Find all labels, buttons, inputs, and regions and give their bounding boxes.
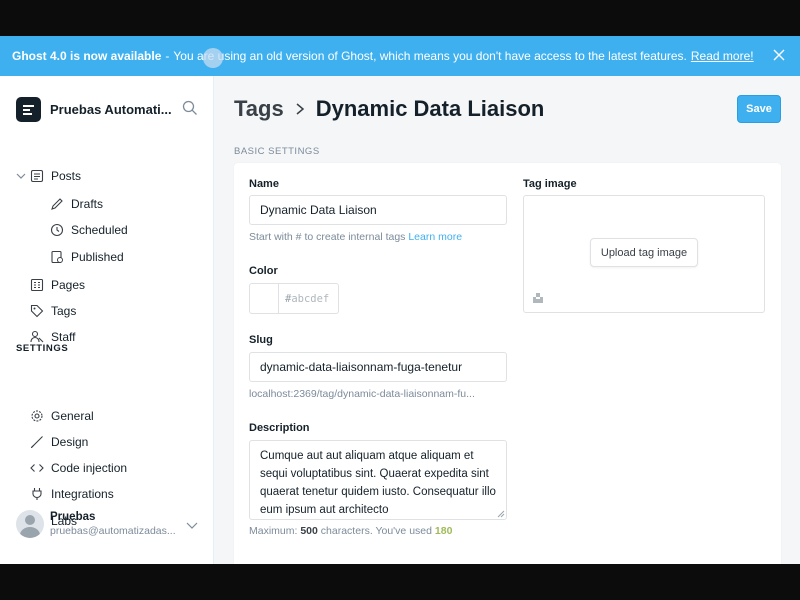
slug-label: Slug: [249, 334, 273, 346]
banner-read-more-link[interactable]: Read more!: [691, 49, 754, 63]
clock-icon: [50, 223, 64, 237]
letterbox-top: [0, 0, 800, 36]
description-textarea[interactable]: Cumque aut aut aliquam atque aliquam et …: [249, 440, 507, 520]
learn-more-link[interactable]: Learn more: [408, 231, 462, 243]
color-field: # abcdef: [249, 283, 339, 314]
sidebar-item-label: Posts: [51, 169, 82, 183]
code-icon: [30, 464, 44, 472]
color-input[interactable]: # abcdef: [279, 284, 329, 313]
pages-icon: [30, 278, 44, 292]
name-label: Name: [249, 178, 279, 190]
staff-icon: [30, 330, 44, 343]
banner-separator: -: [165, 49, 170, 63]
sidebar-item-label: Pages: [51, 278, 86, 292]
site-logo-icon: [16, 97, 41, 122]
count-prefix: Maximum:: [249, 525, 298, 537]
sidebar-item-integrations[interactable]: Integrations: [30, 487, 114, 501]
name-input[interactable]: Dynamic Data Liaison: [249, 195, 507, 225]
sidebar-item-published[interactable]: Published: [50, 250, 124, 264]
search-icon[interactable]: [182, 100, 198, 116]
brush-icon: [30, 436, 43, 449]
count-max: 500: [300, 525, 318, 537]
posts-icon: [30, 169, 44, 183]
settings-section-label: SETTINGS: [16, 343, 69, 354]
sidebar-item-code-injection[interactable]: Code injection: [30, 461, 127, 475]
sidebar-item-pages[interactable]: Pages: [30, 278, 85, 292]
resize-handle-icon[interactable]: [497, 510, 505, 518]
sidebar-item-label: Integrations: [51, 487, 114, 501]
color-swatch[interactable]: [250, 284, 279, 313]
user-menu[interactable]: Pruebas pruebas@automatizadas...: [16, 510, 180, 538]
page-title: Tags Dynamic Data Liaison: [234, 96, 544, 122]
character-count: Maximum: 500 characters. You've used 180: [249, 525, 452, 537]
cursor-indicator: [203, 48, 223, 68]
save-button[interactable]: Save: [737, 95, 781, 123]
description-label: Description: [249, 422, 310, 434]
tag-image-label: Tag image: [523, 178, 577, 190]
color-placeholder: abcdef: [291, 292, 330, 305]
chevron-down-icon[interactable]: [16, 171, 26, 181]
update-banner: Ghost 4.0 is now available - You are usi…: [0, 36, 800, 76]
chevron-down-icon[interactable]: [186, 519, 198, 531]
avatar: [16, 510, 44, 538]
site-name: Pruebas Automati...: [50, 102, 172, 117]
color-label: Color: [249, 265, 278, 277]
published-icon: [51, 250, 63, 264]
breadcrumb-tags[interactable]: Tags: [234, 96, 284, 122]
sidebar-item-drafts[interactable]: Drafts: [50, 197, 103, 211]
sidebar-item-label: Design: [51, 435, 89, 449]
banner-message: You are using an old version of Ghost, w…: [173, 49, 687, 63]
name-hint-text: Start with # to create internal tags: [249, 231, 406, 243]
plug-icon: [32, 488, 42, 500]
sidebar-item-label: Published: [71, 250, 124, 264]
sidebar-item-general[interactable]: General: [30, 409, 94, 423]
user-email: pruebas@automatizadas...: [50, 525, 176, 537]
sidebar-item-scheduled[interactable]: Scheduled: [50, 223, 128, 237]
letterbox-bottom: [0, 564, 800, 600]
banner-title: Ghost 4.0 is now available: [12, 49, 162, 63]
upload-tag-image-button[interactable]: Upload tag image: [590, 238, 698, 267]
sidebar-item-posts[interactable]: Posts: [30, 169, 81, 183]
ghost-admin-app: Ghost 4.0 is now available - You are usi…: [0, 36, 800, 564]
sidebar-item-label: Code injection: [51, 461, 128, 475]
tag-icon: [30, 304, 44, 318]
count-used: 180: [434, 525, 453, 537]
chevron-right-icon: [296, 103, 304, 115]
sidebar-item-label: Scheduled: [71, 223, 128, 237]
sidebar: Pruebas Automati... Posts Drafts Schedul…: [0, 76, 214, 564]
sidebar-item-staff[interactable]: Staff: [30, 330, 75, 344]
sidebar-item-label: Staff: [51, 330, 76, 344]
sidebar-item-tags[interactable]: Tags: [30, 304, 76, 318]
unsplash-icon[interactable]: [532, 292, 544, 304]
sidebar-item-label: Drafts: [71, 197, 104, 211]
basic-settings-label: BASIC SETTINGS: [234, 146, 320, 157]
user-name: Pruebas: [50, 511, 96, 523]
pencil-icon: [51, 198, 63, 210]
sidebar-item-label: Tags: [51, 304, 77, 318]
tag-title: Dynamic Data Liaison: [315, 96, 545, 121]
gear-icon: [31, 410, 43, 422]
name-hint: Start with # to create internal tags Lea…: [249, 231, 462, 243]
slug-input[interactable]: dynamic-data-liaisonnam-fuga-tenetur: [249, 352, 507, 382]
sidebar-item-label: General: [51, 409, 94, 423]
site-brand[interactable]: Pruebas Automati...: [16, 97, 172, 122]
sidebar-item-design[interactable]: Design: [30, 435, 88, 449]
close-icon[interactable]: [772, 48, 786, 62]
count-middle: characters. You've used: [320, 525, 432, 537]
slug-url-preview: localhost:2369/tag/dynamic-data-liaisonn…: [249, 388, 475, 400]
